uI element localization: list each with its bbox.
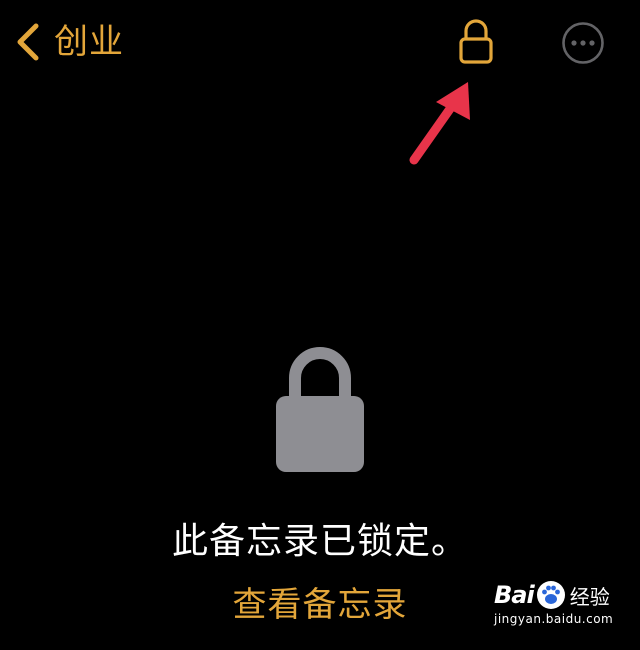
more-button[interactable] — [561, 21, 605, 65]
back-label: 创业 — [54, 22, 124, 62]
chevron-left-icon — [17, 23, 39, 61]
locked-message: 此备忘录已锁定。 — [171, 521, 468, 562]
view-note-button[interactable]: 查看备忘录 — [0, 580, 640, 630]
ellipsis-circle-icon — [562, 22, 604, 64]
annotation-arrow — [409, 82, 470, 165]
back-button[interactable]: 创业 — [12, 18, 124, 66]
lock-icon — [276, 347, 364, 472]
lock-icon — [459, 19, 493, 64]
lock-button[interactable] — [456, 18, 496, 66]
